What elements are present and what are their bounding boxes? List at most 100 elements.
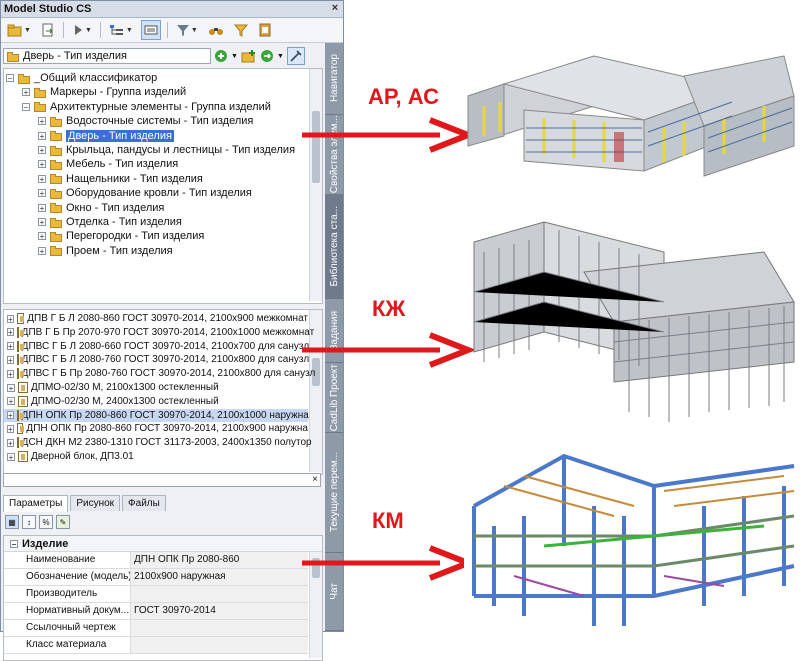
close-icon[interactable]: × (329, 2, 341, 14)
percent-icon[interactable]: % (39, 515, 53, 529)
folder-icon (49, 145, 63, 156)
list-item[interactable]: + Дверной блок, ДП3.01 (4, 450, 308, 463)
expand-icon[interactable]: + (22, 88, 30, 97)
list-item[interactable]: + ДСН ДКН М2 2380-1310 ГОСТ 31173-2003, 2… (4, 436, 312, 449)
tree-item-label: Мебель - Тип изделия (66, 158, 179, 171)
list-item[interactable]: + ДПВ Г Б Пр 2070-970 ГОСТ 30970-2014, 21… (4, 326, 314, 339)
property-group-header[interactable]: − Изделие (4, 536, 322, 552)
collapse-icon[interactable]: − (6, 74, 14, 83)
clear-filter-icon[interactable]: × (312, 474, 318, 486)
list-item[interactable]: + ДПВС Г Б Л 2080-760 ГОСТ 30970-2014, 21… (4, 353, 309, 366)
expand-icon[interactable]: + (7, 355, 14, 364)
filter-settings-button[interactable] (232, 21, 250, 39)
expand-icon[interactable]: + (38, 146, 46, 155)
expand-icon[interactable]: + (38, 203, 46, 212)
tree-item[interactable]: + Отделка - Тип изделия (38, 215, 182, 229)
list-item[interactable]: + ДПМО-02/30 М, 2100х1300 остекленный (4, 381, 308, 394)
expand-icon[interactable]: + (38, 246, 46, 255)
expand-icon[interactable]: + (7, 328, 14, 337)
tree-item[interactable]: + Водосточные системы - Тип изделия (38, 114, 253, 128)
model-studio-panel: Model Studio CS × ▼ ▼ ▼ ▼ Дверь - Тип из… (0, 0, 344, 661)
search-button[interactable] (206, 21, 226, 39)
filter-button[interactable]: ▼ (174, 21, 200, 39)
side-tab[interactable]: Библиотека ста... (325, 195, 343, 299)
expand-icon[interactable]: + (7, 383, 15, 392)
play-icon (74, 25, 82, 35)
product-list[interactable]: + ДПВ Г Б Л 2080-860 ГОСТ 30970-2014, 210… (3, 309, 323, 475)
tree-item[interactable]: + Оборудование кровли - Тип изделия (38, 186, 252, 200)
expand-icon[interactable]: + (7, 424, 14, 433)
expand-icon[interactable]: + (38, 218, 46, 227)
property-value[interactable]: ГОСТ 30970-2014 (131, 603, 308, 619)
tree-item[interactable]: + Маркеры - Группа изделий (22, 85, 186, 99)
tree-item[interactable]: + Нащельники - Тип изделия (38, 172, 203, 186)
tab-parameters[interactable]: Параметры (3, 495, 69, 512)
property-row[interactable]: Производитель (4, 586, 308, 603)
expand-icon[interactable]: + (38, 117, 46, 126)
list-item[interactable]: + ДПМО-02/30 М, 2400х1300 остекленный (4, 395, 308, 408)
property-value[interactable]: 2100х900 наружная (131, 569, 308, 585)
tree-item[interactable]: + Перегородки - Тип изделия (38, 229, 204, 243)
expand-icon[interactable]: + (7, 438, 14, 447)
arrow-ar (302, 117, 475, 153)
list-view-button[interactable] (140, 20, 161, 40)
expand-icon[interactable]: + (7, 342, 14, 351)
list-item[interactable]: + ДПВС Г Б Л 2080-660 ГОСТ 30970-2014, 21… (4, 340, 309, 353)
expand-icon[interactable]: + (38, 131, 46, 140)
tree-item[interactable]: − Архитектурные элементы - Группа изделий (22, 100, 271, 114)
folder-add-icon[interactable] (241, 49, 257, 63)
list-item[interactable]: + ДПН ОПК Пр 2080-860 ГОСТ 30970-2014, 21… (4, 422, 308, 435)
property-value[interactable]: ДПН ОПК Пр 2080-860 (131, 552, 308, 568)
filter-input[interactable]: × (3, 473, 321, 487)
property-value[interactable] (131, 637, 308, 653)
expand-icon[interactable]: + (7, 397, 15, 406)
chevron-down-icon: ▼ (125, 26, 133, 34)
tree-item[interactable]: + Проем - Тип изделия (38, 244, 173, 258)
collapse-icon[interactable]: − (22, 102, 30, 111)
property-row[interactable]: Нормативный докум... ГОСТ 30970-2014 (4, 603, 308, 620)
property-value[interactable] (131, 586, 308, 602)
door-icon (16, 437, 24, 449)
tree-view-button[interactable]: ▼ (107, 21, 135, 39)
expand-icon[interactable]: + (7, 369, 14, 378)
expand-icon[interactable]: + (7, 411, 14, 420)
side-tab[interactable]: Навигатор (325, 43, 343, 115)
navigate-icon[interactable] (260, 49, 274, 63)
open-folder-button[interactable]: ▼ (5, 21, 33, 39)
add-icon[interactable] (214, 49, 228, 63)
list-item[interactable]: + ДПВС Г Б Пр 2080-760 ГОСТ 30970-2014, 2… (4, 367, 315, 380)
export-button[interactable] (39, 21, 57, 39)
expand-icon[interactable]: + (38, 189, 46, 198)
tree-item[interactable]: − _Общий классификатор (6, 71, 157, 85)
categorized-view-icon[interactable]: ▦ (5, 515, 19, 529)
list-item[interactable]: + ДПВ Г Б Л 2080-860 ГОСТ 30970-2014, 210… (4, 312, 308, 325)
tab-files[interactable]: Файлы (122, 495, 166, 511)
side-tab[interactable]: Текущие перем... (325, 433, 343, 553)
tree-item[interactable]: + Мебель - Тип изделия (38, 157, 178, 171)
document-button[interactable] (256, 21, 274, 39)
expand-icon[interactable]: + (7, 314, 14, 323)
expand-icon[interactable]: + (38, 232, 46, 241)
sort-icon[interactable]: ↕ (22, 515, 36, 529)
property-value[interactable] (131, 620, 308, 636)
property-row[interactable]: Наименование ДПН ОПК Пр 2080-860 (4, 552, 308, 569)
chevron-down-icon[interactable]: ▼ (277, 53, 284, 60)
expand-icon[interactable]: + (38, 174, 46, 183)
tree-item[interactable]: + Окно - Тип изделия (38, 201, 164, 215)
property-row[interactable]: Обозначение (модель) 2100х900 наружная (4, 569, 308, 586)
expand-icon[interactable]: + (7, 452, 15, 461)
chevron-down-icon[interactable]: ▼ (231, 53, 238, 60)
expand-icon[interactable]: + (38, 160, 46, 169)
play-button[interactable]: ▼ (70, 21, 94, 39)
pin-icon[interactable] (286, 47, 305, 65)
tab-drawing[interactable]: Рисунок (70, 495, 121, 511)
classifier-tree[interactable]: − _Общий классификатор + Маркеры - Группа и… (3, 68, 323, 304)
tree-item[interactable]: + Крыльца, пандусы и лестницы - Тип издел… (38, 143, 295, 157)
collapse-icon[interactable]: − (10, 539, 18, 548)
path-combobox[interactable]: Дверь - Тип изделия (3, 48, 211, 64)
tree-scrollbar[interactable] (309, 69, 322, 301)
edit-icon[interactable]: ✎ (56, 515, 70, 529)
list-item[interactable]: + ДПН ОПК Пр 2080-860 ГОСТ 30970-2014, 21… (4, 408, 309, 422)
tree-item[interactable]: + Дверь - Тип изделия (38, 129, 174, 143)
property-row[interactable]: Ссылочный чертеж (4, 620, 308, 637)
